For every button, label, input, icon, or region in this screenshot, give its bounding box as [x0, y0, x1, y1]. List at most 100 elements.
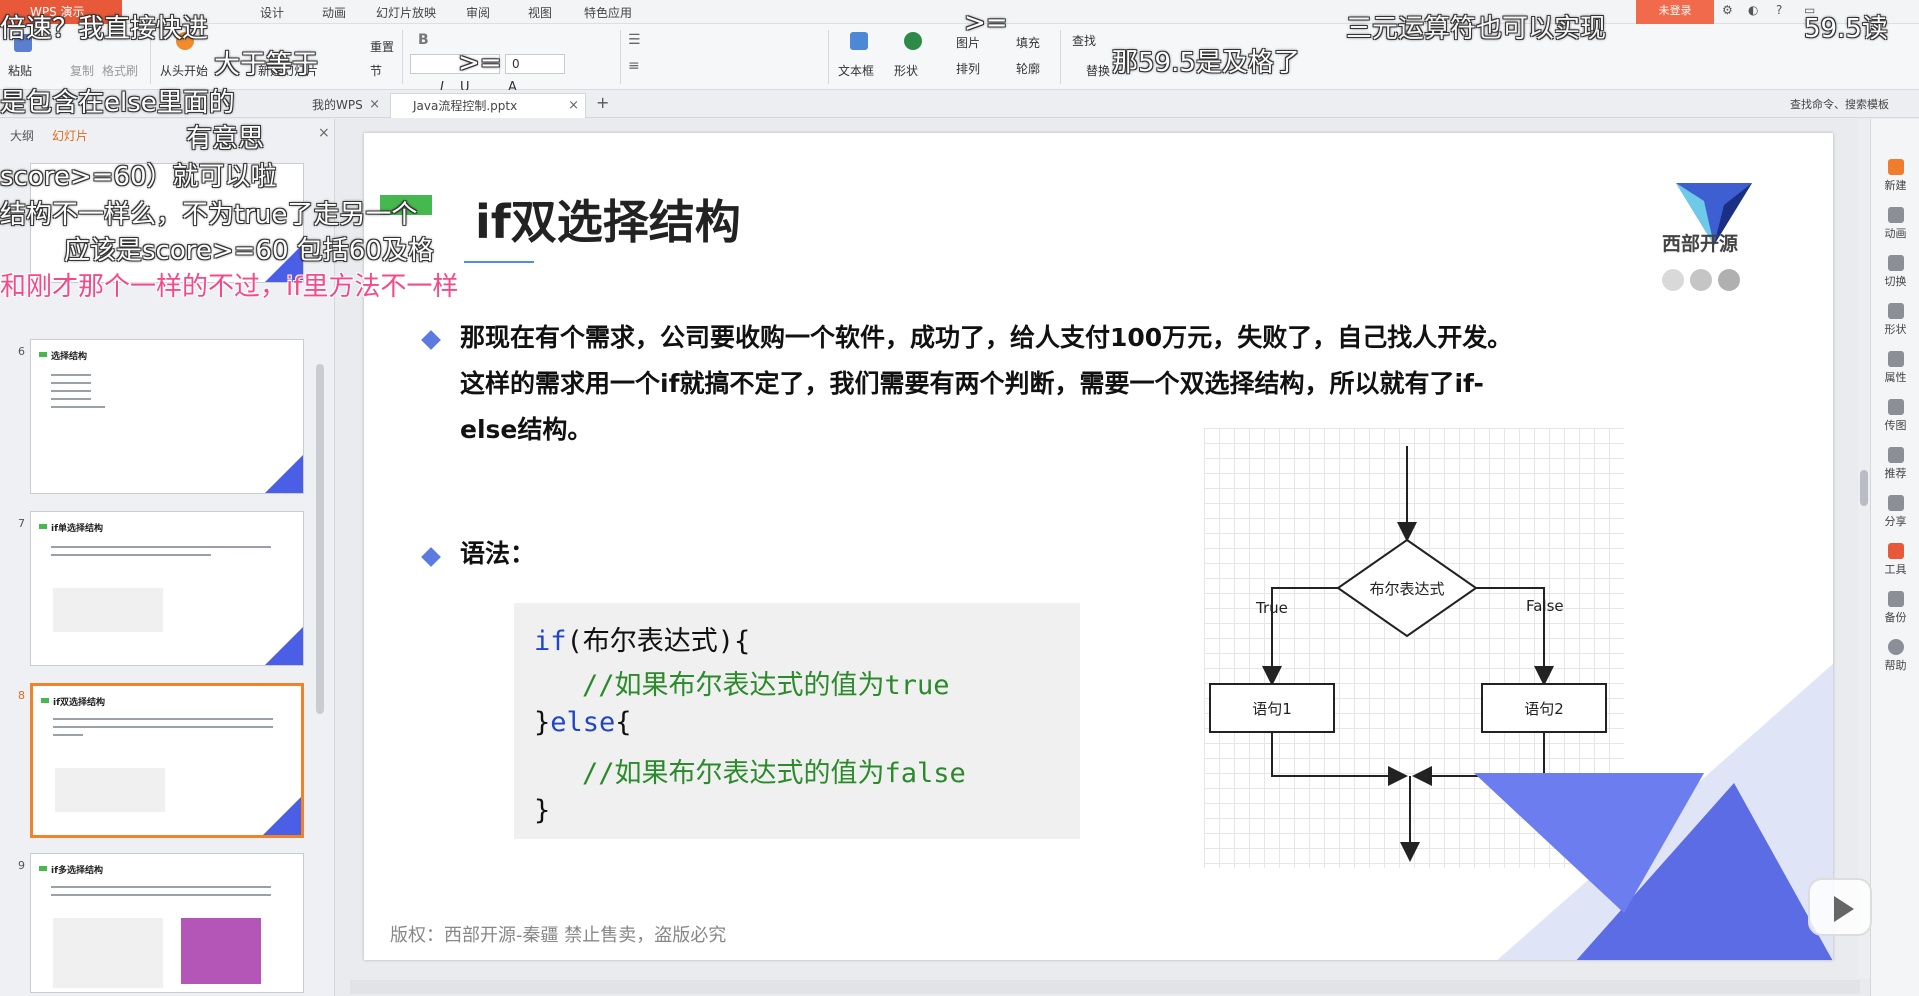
copy-button[interactable]: 复制 [70, 62, 94, 79]
sidebar-item-properties[interactable]: 属性 [1871, 351, 1919, 385]
code-comment: //如果布尔表达式的值为false [582, 758, 966, 789]
tab-my-wps[interactable]: 我的WPS × [290, 93, 386, 118]
text-line [51, 894, 271, 896]
toolbox-icon [1887, 543, 1904, 559]
close-icon[interactable]: × [568, 94, 579, 118]
body-text-line[interactable]: else结构。 [460, 407, 592, 453]
paste-button[interactable]: 粘贴 [8, 62, 32, 79]
thumbnail-scrollbar[interactable] [316, 364, 324, 714]
share-icon [1887, 495, 1904, 511]
slide-number: 6 [18, 345, 25, 358]
skin-icon[interactable]: ◐ [1748, 3, 1758, 17]
sidebar-label: 切换 [1884, 275, 1907, 288]
video-play-button[interactable] [1808, 878, 1872, 936]
shape-icon [904, 32, 922, 50]
sidebar-item-new[interactable]: 新建 [1871, 159, 1919, 193]
sidebar-item-shape[interactable]: 形状 [1871, 303, 1919, 337]
menu-view[interactable]: 视图 [528, 4, 552, 21]
bullet-diamond-icon [421, 330, 441, 350]
text-line [53, 734, 83, 736]
slide-thumbnail[interactable]: if多选择结构 [30, 853, 304, 993]
section-button[interactable]: 节 [370, 62, 382, 79]
new-icon [1887, 159, 1904, 175]
arrange-button[interactable]: 排列 [956, 60, 980, 77]
menu-animation[interactable]: 动画 [322, 4, 346, 21]
format-painter-button[interactable]: 格式刷 [102, 62, 138, 79]
danmaku-comment: 和刚才那个一样的不过，if里方法不一样 [0, 272, 459, 302]
slide-thumbnail-selected[interactable]: if双选择结构 [30, 683, 304, 838]
danmaku-comment: 那59.5是及格了 [1112, 48, 1300, 78]
canvas-horizontal-scrollbar[interactable] [350, 980, 1860, 994]
scrollbar-thumb[interactable] [1860, 470, 1868, 506]
slide-title[interactable]: if双选择结构 [475, 186, 741, 252]
settings-icon[interactable]: ⚙ [1722, 3, 1733, 17]
divider [828, 30, 829, 84]
text-line [51, 406, 105, 408]
canvas-vertical-scrollbar[interactable] [1858, 119, 1870, 979]
font-size-select[interactable]: 0 [505, 54, 565, 74]
menu-design[interactable]: 设计 [260, 4, 284, 21]
body-text-line[interactable]: 那现在有个需求，公司要收购一个软件，成功了，给人支付100万元，失败了，自己找人… [460, 315, 1512, 361]
search-command-field[interactable]: 查找命令、搜索模板 [1790, 96, 1889, 112]
decoration [265, 455, 303, 493]
sidebar-item-transition[interactable]: 切换 [1871, 255, 1919, 289]
sidebar-label: 形状 [1884, 323, 1907, 336]
sidebar-item-tools[interactable]: 工具 [1871, 543, 1919, 577]
divider [1060, 30, 1061, 84]
list-icon[interactable]: ☰ [628, 32, 641, 48]
from-start-button[interactable]: 从头开始 [160, 62, 208, 79]
code-line: }else{ [534, 707, 632, 738]
code-block [55, 768, 165, 812]
tab-outline[interactable]: 大纲 [10, 127, 34, 144]
menu-features[interactable]: 特色应用 [584, 4, 632, 21]
upload-icon [1887, 399, 1904, 415]
sidebar-item-recommend[interactable]: 推荐 [1871, 447, 1919, 481]
slide[interactable]: if双选择结构 西部开源 那现在有个需求，公司要收购一个软件，成功了，给人支付1… [364, 133, 1833, 960]
sidebar-item-upload-image[interactable]: 传图 [1871, 399, 1919, 433]
text-line [51, 554, 211, 556]
help-icon[interactable]: ? [1776, 3, 1782, 17]
bold-icon[interactable]: B [418, 32, 429, 48]
title-underline [464, 261, 534, 263]
menu-slideshow[interactable]: 幻灯片放映 [376, 4, 436, 21]
code-block[interactable]: if(布尔表达式){ //如果布尔表达式的值为true }else{ //如果布… [514, 603, 1080, 839]
sidebar-item-backup[interactable]: 备份 [1871, 591, 1919, 625]
add-tab-button[interactable]: + [596, 93, 609, 112]
danmaku-comment: 倍速？我直接快进 [0, 14, 209, 44]
reset-button[interactable]: 重置 [370, 38, 394, 55]
bullet-diamond-icon [421, 547, 441, 567]
slide-thumbnail[interactable]: if单选择结构 [30, 511, 304, 666]
decoration [263, 797, 301, 835]
tab-java-pptx[interactable]: Java流程控制.pptx × [390, 93, 586, 118]
danmaku-comment: >= [458, 48, 502, 78]
decoration [39, 866, 47, 871]
text-line [51, 374, 91, 376]
outline-button[interactable]: 轮廓 [1016, 60, 1040, 77]
align-icon[interactable]: ≡ [628, 58, 640, 74]
text-line [53, 726, 273, 728]
replace-button[interactable]: 替换 [1086, 62, 1110, 79]
menu-review[interactable]: 审阅 [466, 4, 490, 21]
shape-button[interactable]: 形状 [894, 62, 918, 79]
syntax-label[interactable]: 语法： [460, 531, 535, 577]
sidebar-label: 新建 [1884, 179, 1907, 192]
close-icon[interactable]: × [369, 93, 380, 117]
thumbnail-title: if双选择结构 [53, 698, 106, 708]
sidebar-item-animation[interactable]: 动画 [1871, 207, 1919, 241]
login-button[interactable]: 未登录 [1636, 0, 1714, 24]
slide-thumbnail[interactable]: 选择结构 [30, 339, 304, 494]
tab-slides[interactable]: 幻灯片 [52, 127, 88, 144]
sidebar-item-help[interactable]: 帮助 [1871, 639, 1919, 673]
sidebar-label: 动画 [1884, 227, 1907, 240]
slide-footer[interactable]: 版权：西部开源-秦疆 禁止售卖，盗版必究 [390, 921, 726, 947]
code-text: } [534, 707, 551, 738]
close-icon[interactable]: × [318, 125, 330, 141]
fill-button[interactable]: 填充 [1016, 34, 1040, 51]
decoration [39, 352, 47, 357]
body-text-line[interactable]: 这样的需求用一个if就搞不定了，我们需要有两个判断，需要一个双选择结构，所以就有… [460, 361, 1484, 407]
code-block [53, 588, 163, 632]
find-button[interactable]: 查找 [1072, 32, 1096, 49]
sidebar-item-share[interactable]: 分享 [1871, 495, 1919, 529]
animation-icon [1887, 207, 1904, 223]
textbox-button[interactable]: 文本框 [838, 62, 874, 79]
